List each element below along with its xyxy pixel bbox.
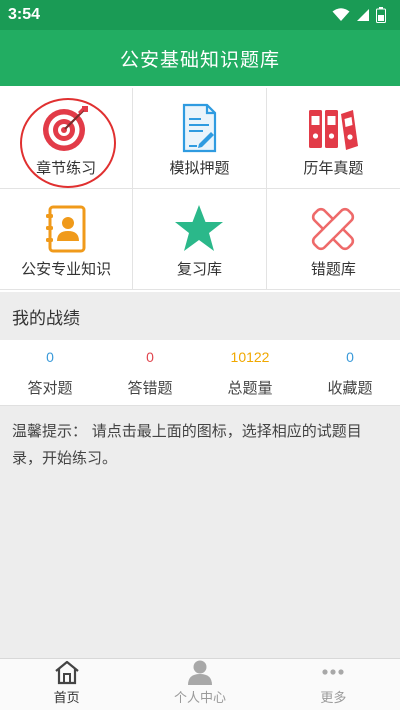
bottom-nav: 首页 个人中心 更多 (0, 658, 400, 710)
record-section-title: 我的战绩 (0, 292, 400, 340)
menu-item-label: 公安专业知识 (21, 260, 112, 278)
nav-more[interactable]: 更多 (267, 659, 400, 710)
menu-item-label: 复习库 (176, 260, 222, 278)
target-icon (43, 106, 89, 151)
nav-label: 更多 (320, 691, 347, 706)
stat-label: 答对题 (27, 379, 73, 397)
contact-book-icon (46, 205, 86, 253)
menu-item-wrong-bank[interactable]: 错题库 (266, 189, 400, 290)
menu-item-police-knowledge[interactable]: 公安专业知识 (0, 189, 134, 290)
more-dots-icon (322, 669, 344, 675)
status-time: 3:54 (8, 6, 41, 23)
stat-label: 收藏题 (327, 379, 373, 397)
stat-value: 10122 (230, 349, 270, 365)
stat-label: 答错题 (127, 379, 173, 397)
stat-value: 0 (46, 349, 54, 365)
menu-item-past-exams[interactable]: 历年真题 (266, 88, 400, 189)
menu-item-label: 模拟押题 (169, 159, 230, 177)
stat-total[interactable]: 10122 总题量 (200, 340, 300, 405)
stat-favorites[interactable]: 0 收藏题 (300, 340, 400, 405)
record-title: 我的战绩 (12, 308, 80, 329)
status-icons (332, 7, 386, 23)
battery-icon (376, 7, 386, 23)
menu-item-review-bank[interactable]: 复习库 (133, 189, 267, 290)
status-bar: 3:54 (0, 0, 400, 30)
nav-home[interactable]: 首页 (0, 659, 133, 710)
person-icon (187, 660, 212, 685)
menu-item-label: 错题库 (310, 260, 356, 278)
stat-correct[interactable]: 0 答对题 (0, 340, 100, 405)
stat-value: 0 (146, 349, 154, 365)
home-icon (54, 660, 79, 685)
nav-label: 个人中心 (173, 691, 226, 706)
tips-area: 温馨提示： 请点击最上面的图标，选择相应的试题目录，开始练习。 (0, 405, 400, 658)
document-pen-icon (183, 103, 217, 153)
menu-grid: 章节练习 模拟押题 历年真题 公安专业知识 复习库 错题库 (0, 88, 400, 290)
menu-item-label: 历年真题 (303, 159, 364, 177)
stat-wrong[interactable]: 0 答错题 (100, 340, 200, 405)
stats-row: 0 答对题 0 答错题 10122 总题量 0 收藏题 (0, 340, 400, 405)
signal-icon (357, 9, 369, 21)
cross-icon (312, 207, 355, 251)
menu-item-mock-exam[interactable]: 模拟押题 (133, 88, 267, 189)
binders-icon (309, 110, 359, 150)
menu-item-chapter-practice[interactable]: 章节练习 (0, 88, 134, 189)
stat-label: 总题量 (227, 379, 273, 397)
nav-label: 首页 (53, 691, 80, 706)
wifi-icon (332, 8, 350, 21)
stat-value: 0 (346, 349, 354, 365)
nav-profile[interactable]: 个人中心 (133, 659, 266, 710)
app-header: 公安基础知识题库 (0, 30, 400, 86)
star-icon (175, 205, 224, 251)
tips-text: 温馨提示： 请点击最上面的图标，选择相应的试题目录，开始练习。 (12, 422, 362, 467)
menu-item-label: 章节练习 (36, 159, 97, 177)
page-title: 公安基础知识题库 (119, 48, 280, 71)
